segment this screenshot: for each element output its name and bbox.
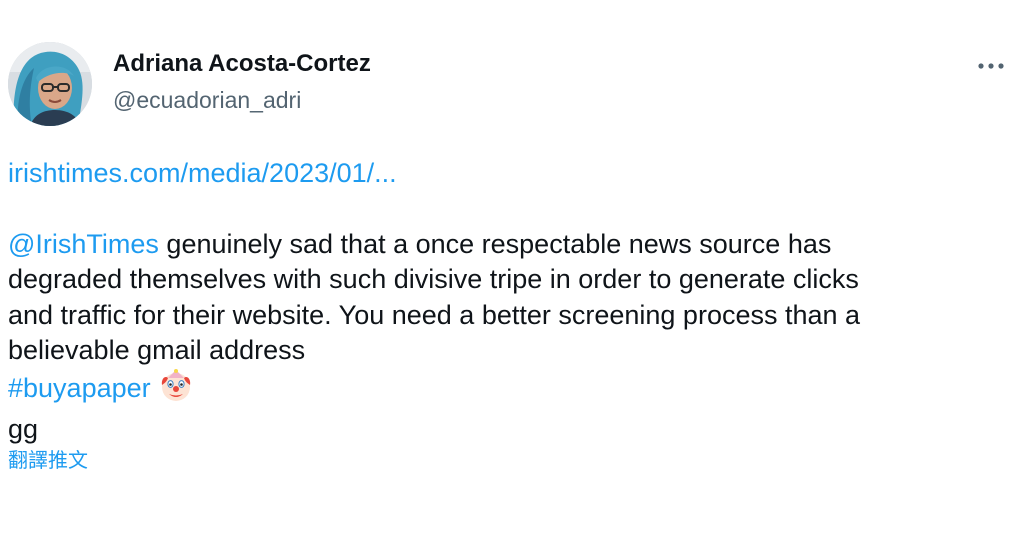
mention-link[interactable]: @IrishTimes — [8, 229, 159, 259]
hashtag-link[interactable]: #buyapaper — [8, 373, 151, 403]
author-handle[interactable]: @ecuadorian_adri — [113, 86, 371, 114]
tweet-line-6: gg — [8, 414, 39, 445]
clown-face-emoji-icon — [159, 368, 193, 412]
author-display-name[interactable]: Adriana Acosta-Cortez — [113, 50, 371, 78]
tweet-line-5: #buyapaper — [8, 368, 1013, 412]
tweet-line-1: @IrishTimes genuinely sad that a once re… — [8, 227, 1013, 262]
author-info: Adriana Acosta-Cortez @ecuadorian_adri — [113, 50, 371, 114]
tweet-line-4: believable gmail address — [8, 335, 306, 366]
tweet-text-segment: genuinely sad that a once respectable ne… — [158, 229, 832, 259]
tweet-line-2: degraded themselves with such divisive t… — [8, 264, 859, 295]
tweet: Adriana Acosta-Cortez @ecuadorian_adri i… — [0, 0, 1024, 539]
profile-photo-icon — [8, 42, 92, 126]
more-horizontal-icon — [978, 63, 1004, 69]
more-options-button[interactable] — [968, 52, 1014, 80]
article-link[interactable]: irishtimes.com/media/2023/01/... — [8, 156, 397, 190]
tweet-text: @IrishTimes genuinely sad that a once re… — [8, 227, 1013, 447]
avatar[interactable] — [8, 42, 92, 126]
translate-tweet-link[interactable]: 翻譯推文 — [8, 447, 88, 473]
tweet-line-3: and traffic for their website. You need … — [8, 299, 861, 330]
